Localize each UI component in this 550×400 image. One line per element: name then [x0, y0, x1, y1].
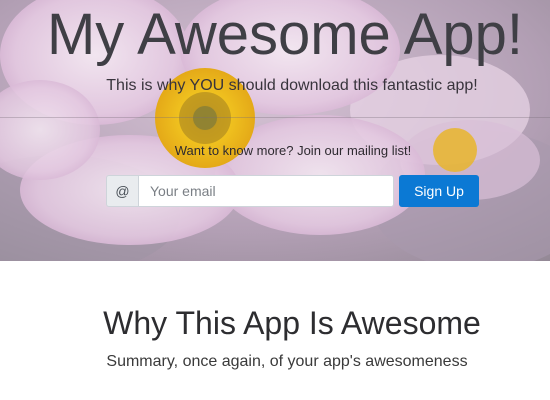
features-section: Why This App Is Awesome Summary, once ag… [0, 261, 550, 400]
signup-button[interactable]: Sign Up [399, 175, 479, 207]
section-title: Why This App Is Awesome [103, 305, 481, 341]
mailing-list-text: Want to know more? Join our mailing list… [174, 143, 412, 158]
at-symbol-icon: @ [106, 175, 138, 207]
email-input[interactable] [138, 175, 394, 207]
hero-section: My Awesome App! This is why YOU should d… [0, 0, 550, 261]
section-subtitle: Summary, once again, of your app's aweso… [106, 353, 468, 370]
hero-divider [0, 117, 550, 118]
hero-subtitle: This is why YOU should download this fan… [106, 77, 478, 94]
signup-form: @ Sign Up [106, 175, 479, 207]
hero-title: My Awesome App! [46, 2, 524, 67]
